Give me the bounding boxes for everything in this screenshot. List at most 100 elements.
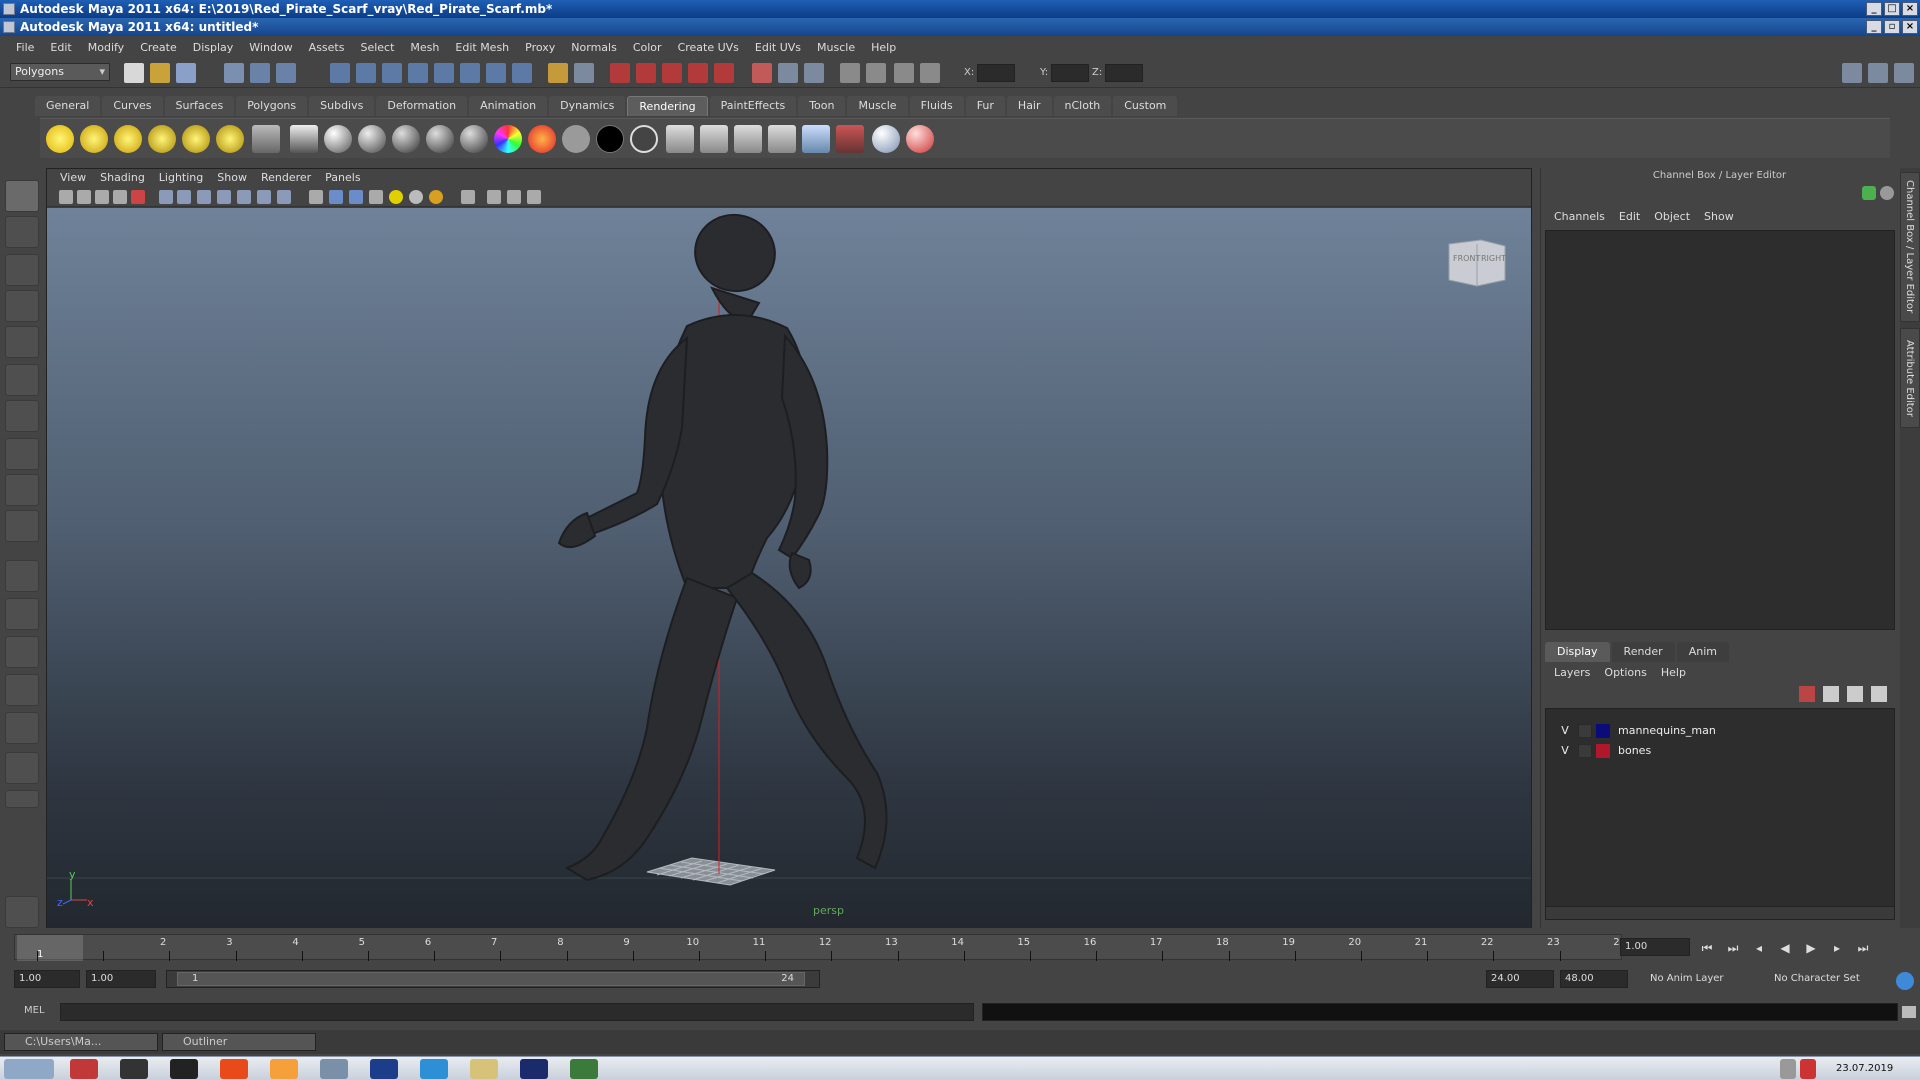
phong-shader-icon[interactable] [392, 125, 420, 153]
menu-select[interactable]: Select [352, 41, 402, 54]
wireframe-icon[interactable] [309, 190, 323, 204]
shadows-icon[interactable] [409, 190, 423, 204]
volume-light-icon[interactable] [216, 125, 244, 153]
x-coordinate[interactable]: X: [964, 64, 1016, 82]
layer-color-swatch[interactable] [1596, 744, 1610, 758]
shelf-tab-surfaces[interactable]: Surfaces [164, 96, 235, 116]
area-light-icon[interactable] [182, 125, 210, 153]
inner-close-button[interactable]: × [1902, 20, 1918, 34]
vp-menu-view[interactable]: View [53, 169, 93, 187]
layer-name[interactable]: bones [1618, 741, 1651, 761]
side-tab-channel-box[interactable]: Channel Box / Layer Editor [1900, 172, 1920, 322]
menu-create-uvs[interactable]: Create UVs [670, 41, 747, 54]
render-frame-icon[interactable] [610, 63, 630, 83]
ramp-shader-icon[interactable] [528, 125, 556, 153]
hypershade-shelf-icon[interactable] [802, 125, 830, 153]
select-camera-icon[interactable] [59, 190, 73, 204]
menu-edit-uvs[interactable]: Edit UVs [747, 41, 809, 54]
perspective-view[interactable]: FRONT RIGHT y x z persp [47, 208, 1531, 928]
render-layer-icon[interactable] [836, 125, 864, 153]
layer-options-icon[interactable] [1847, 686, 1863, 702]
layer-visibility[interactable]: V [1558, 721, 1572, 741]
render-view-icon[interactable] [688, 63, 708, 83]
shelf-tab-dynamics[interactable]: Dynamics [549, 96, 626, 116]
camera-attributes-icon[interactable] [77, 190, 91, 204]
taskbar-maya-icon[interactable] [320, 1059, 348, 1079]
point-light-icon[interactable] [114, 125, 142, 153]
view-cube-front[interactable]: FRONT [1453, 254, 1480, 263]
grid-toggle-icon[interactable] [159, 190, 173, 204]
camera-shelf-icon[interactable] [252, 125, 280, 153]
directional-light-icon[interactable] [80, 125, 108, 153]
go-to-start-icon[interactable]: ⏮ [1698, 940, 1716, 956]
start-button[interactable] [4, 1059, 54, 1079]
anisotropic-shader-icon[interactable] [460, 125, 488, 153]
render-settings-icon[interactable] [662, 63, 682, 83]
menu-edit-mesh[interactable]: Edit Mesh [447, 41, 517, 54]
cb-menu-show[interactable]: Show [1697, 208, 1741, 226]
layer-list-scrollbar[interactable] [1545, 906, 1895, 920]
layer-row[interactable]: V mannequins_man [1546, 721, 1894, 741]
show-attribute-editor-icon[interactable] [1842, 63, 1862, 83]
lock-icon[interactable] [548, 63, 568, 83]
camera-icon[interactable] [804, 63, 824, 83]
side-tab-attribute-editor[interactable]: Attribute Editor [1900, 328, 1920, 428]
select-hierarchy-icon[interactable] [224, 63, 244, 83]
safe-action-icon[interactable] [257, 190, 271, 204]
persp-graph-layout-icon[interactable] [5, 674, 39, 706]
soft-mod-tool-icon[interactable] [5, 438, 39, 470]
safe-title-icon[interactable] [277, 190, 291, 204]
textured-icon[interactable] [369, 190, 383, 204]
construction-icon[interactable] [486, 63, 506, 83]
menu-set-dropdown[interactable]: Polygons [10, 63, 110, 81]
film-gate-icon[interactable] [177, 190, 191, 204]
z-coordinate[interactable]: Z: [1092, 64, 1144, 82]
shelf-tab-deformation[interactable]: Deformation [376, 96, 468, 116]
menu-window[interactable]: Window [241, 41, 300, 54]
inner-restore-button[interactable]: ▫ [1884, 20, 1900, 34]
ipr-shelf-icon[interactable] [700, 125, 728, 153]
time-slider-bar[interactable]: 1 23456789101112131415161718192021222324 [14, 934, 1626, 961]
wireframe-on-shaded-icon[interactable] [349, 190, 363, 204]
layer-color-swatch[interactable] [1596, 724, 1610, 738]
shelf-tab-ncloth[interactable]: nCloth [1053, 96, 1112, 116]
render-view-shelf-icon[interactable] [768, 125, 796, 153]
shelf-tab-painteffects[interactable]: PaintEffects [709, 96, 797, 116]
layer-playback-toggle[interactable] [1578, 724, 1592, 738]
layer-tab-render[interactable]: Render [1611, 642, 1675, 662]
render-current-icon[interactable] [666, 125, 694, 153]
menu-display[interactable]: Display [185, 41, 242, 54]
use-all-lights-icon[interactable] [389, 190, 403, 204]
render-region-icon[interactable] [752, 63, 772, 83]
task-window-outliner[interactable]: Outliner [162, 1033, 316, 1051]
ambient-light-icon[interactable] [46, 125, 74, 153]
snap-view-plane-icon[interactable] [408, 63, 428, 83]
move-tool-icon[interactable] [5, 290, 39, 322]
range-slider-bar[interactable]: 1 24 [166, 970, 820, 988]
shelf-tab-general[interactable]: General [35, 96, 101, 116]
bookmark-icon[interactable] [95, 190, 109, 204]
blinn-shader-icon[interactable] [324, 125, 352, 153]
new-layer-empty-icon[interactable] [1799, 686, 1815, 702]
absolute-transform-icon[interactable] [894, 63, 914, 83]
layer-menu-options[interactable]: Options [1597, 664, 1653, 682]
hypershade-icon[interactable] [714, 63, 734, 83]
layout-more-icon[interactable] [5, 790, 39, 808]
snap-point-icon[interactable] [382, 63, 402, 83]
menu-proxy[interactable]: Proxy [517, 41, 563, 54]
shelf-tab-custom[interactable]: Custom [1113, 96, 1178, 116]
tray-network-icon[interactable] [1780, 1059, 1796, 1079]
transform-field-icon[interactable] [840, 63, 860, 83]
layer-row[interactable]: V bones [1546, 741, 1894, 761]
snap-live-icon[interactable] [434, 63, 454, 83]
taskbar-firefox-icon[interactable] [220, 1059, 248, 1079]
backface-culling-icon[interactable] [527, 190, 541, 204]
lambert-shader-icon[interactable] [358, 125, 386, 153]
graph-outliner-layout-icon[interactable] [5, 752, 39, 784]
character-set-dropdown[interactable]: No Character Set [1774, 970, 1860, 988]
menu-normals[interactable]: Normals [563, 41, 625, 54]
select-object-icon[interactable] [250, 63, 270, 83]
history-icon[interactable] [460, 63, 480, 83]
select-component-icon[interactable] [276, 63, 296, 83]
resolution-gate-icon[interactable] [197, 190, 211, 204]
